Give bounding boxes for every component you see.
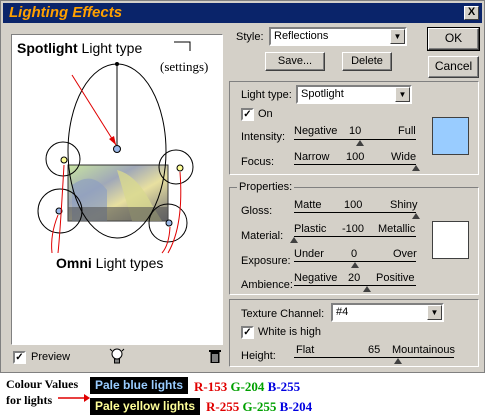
omni-caption: Omni Light types	[56, 255, 163, 271]
lightbulb-icon[interactable]	[109, 347, 125, 365]
ambience-max: Positive	[376, 272, 415, 284]
pale-blue-g: G-204	[230, 379, 265, 394]
pale-yellow-r: R-255	[206, 399, 240, 414]
gloss-value: 100	[344, 199, 363, 211]
texture-channel-label: Texture Channel:	[241, 308, 325, 320]
intensity-max: Full	[398, 125, 416, 137]
chevron-down-icon[interactable]: ▼	[395, 87, 410, 102]
intensity-value: 10	[349, 125, 362, 137]
focus-max: Wide	[391, 151, 417, 163]
omni-caption-bold: Omni	[56, 255, 92, 271]
intensity-slider-thumb[interactable]	[356, 140, 364, 146]
focus-slider[interactable]	[294, 164, 416, 165]
white-is-high-checkbox[interactable]: ✓	[241, 326, 254, 339]
ok-button[interactable]: OK	[427, 27, 480, 51]
exposure-min: Under	[294, 248, 324, 260]
ambient-color-swatch[interactable]	[432, 221, 469, 259]
pale-yellow-rgb: R-255 G-255 B-204	[206, 399, 312, 415]
exposure-label: Exposure:	[241, 255, 291, 267]
height-min: Flat	[296, 344, 315, 356]
light-type-select-value: Spotlight	[301, 88, 344, 100]
light-color-swatch[interactable]	[432, 117, 469, 155]
pale-blue-b: B-255	[267, 379, 301, 394]
material-min: Plastic	[294, 223, 327, 235]
gloss-min: Matte	[294, 199, 322, 211]
settings-note: (settings)	[160, 59, 209, 74]
material-max: Metallic	[378, 223, 416, 235]
gloss-label: Gloss:	[241, 205, 273, 217]
ambience-label: Ambience:	[241, 279, 293, 291]
spotlight-caption-bold: Spotlight	[17, 40, 78, 56]
texture-channel-value: #4	[336, 306, 349, 318]
pale-yellow-g: G-255	[242, 399, 277, 414]
properties-title: Properties:	[237, 181, 295, 193]
ambience-min: Negative	[294, 272, 338, 284]
style-label: Style:	[236, 31, 264, 43]
title-bar[interactable]: Lighting Effects X	[3, 3, 482, 23]
exposure-value: 0	[351, 248, 358, 260]
omni-caption-rest: Light types	[91, 255, 164, 271]
focus-label: Focus:	[241, 156, 275, 168]
pale-blue-label: Pale blue lights	[90, 377, 189, 394]
height-slider-thumb[interactable]	[394, 358, 402, 364]
focus-min: Narrow	[294, 151, 330, 163]
lighting-effects-dialog: Lighting Effects X Spotlight Light type …	[0, 0, 485, 373]
exposure-max: Over	[393, 248, 417, 260]
preview-area[interactable]: Spotlight Light type (settings) Omni Lig…	[11, 34, 223, 345]
height-slider[interactable]	[294, 357, 454, 358]
preview-label: Preview	[31, 351, 71, 363]
material-slider-thumb[interactable]	[290, 237, 298, 243]
gloss-slider-thumb[interactable]	[412, 213, 420, 219]
spotlight-caption: Spotlight Light type	[17, 40, 142, 56]
gloss-slider[interactable]	[294, 212, 416, 213]
trash-icon[interactable]	[208, 348, 222, 364]
exposure-slider-thumb[interactable]	[351, 262, 359, 268]
height-label: Height:	[241, 350, 276, 362]
close-button[interactable]: X	[464, 6, 479, 20]
gloss-max: Shiny	[390, 199, 418, 211]
chevron-down-icon[interactable]: ▼	[427, 305, 442, 320]
light-type-select[interactable]: Spotlight ▼	[296, 85, 412, 104]
pale-blue-rgb: R-153 G-204 B-255	[194, 379, 300, 395]
cancel-button[interactable]: Cancel	[428, 56, 479, 78]
pale-yellow-label: Pale yellow lights	[90, 398, 201, 415]
material-slider[interactable]	[294, 236, 416, 237]
height-max: Mountainous	[392, 344, 455, 356]
style-select[interactable]: Reflections ▼	[269, 27, 407, 46]
preview-canvas	[37, 41, 194, 254]
ambience-slider-thumb[interactable]	[363, 286, 371, 292]
ambience-slider[interactable]	[294, 285, 416, 286]
intensity-min: Negative	[294, 125, 338, 137]
legend-title-line2: for lights	[6, 393, 53, 407]
focus-value: 100	[346, 151, 365, 163]
delete-button[interactable]: Delete	[342, 52, 392, 71]
material-value: -100	[342, 223, 365, 235]
dialog-title: Lighting Effects	[9, 4, 123, 21]
pale-yellow-b: B-204	[279, 399, 313, 414]
spotlight-caption-rest: Light type	[77, 40, 143, 56]
intensity-slider[interactable]	[294, 139, 416, 140]
save-button[interactable]: Save...	[265, 52, 325, 71]
pale-blue-r: R-153	[194, 379, 228, 394]
focus-slider-thumb[interactable]	[412, 165, 420, 171]
style-select-value: Reflections	[274, 30, 329, 42]
preview-checkbox[interactable]: ✓	[13, 351, 26, 364]
white-is-high-label: White is high	[258, 326, 321, 338]
texture-channel-select[interactable]: #4 ▼	[331, 303, 444, 322]
spotlight-handle	[113, 145, 121, 153]
ambience-value: 20	[348, 272, 361, 284]
material-label: Material:	[241, 230, 284, 242]
legend-title-line1: Colour Values	[6, 377, 79, 391]
on-label: On	[258, 108, 273, 120]
light-type-label: Light type:	[241, 89, 292, 101]
on-checkbox[interactable]: ✓	[241, 108, 254, 121]
chevron-down-icon[interactable]: ▼	[390, 29, 405, 44]
height-value: 65	[368, 344, 381, 356]
intensity-label: Intensity:	[241, 131, 286, 143]
legend-arrow-icon	[58, 394, 90, 402]
